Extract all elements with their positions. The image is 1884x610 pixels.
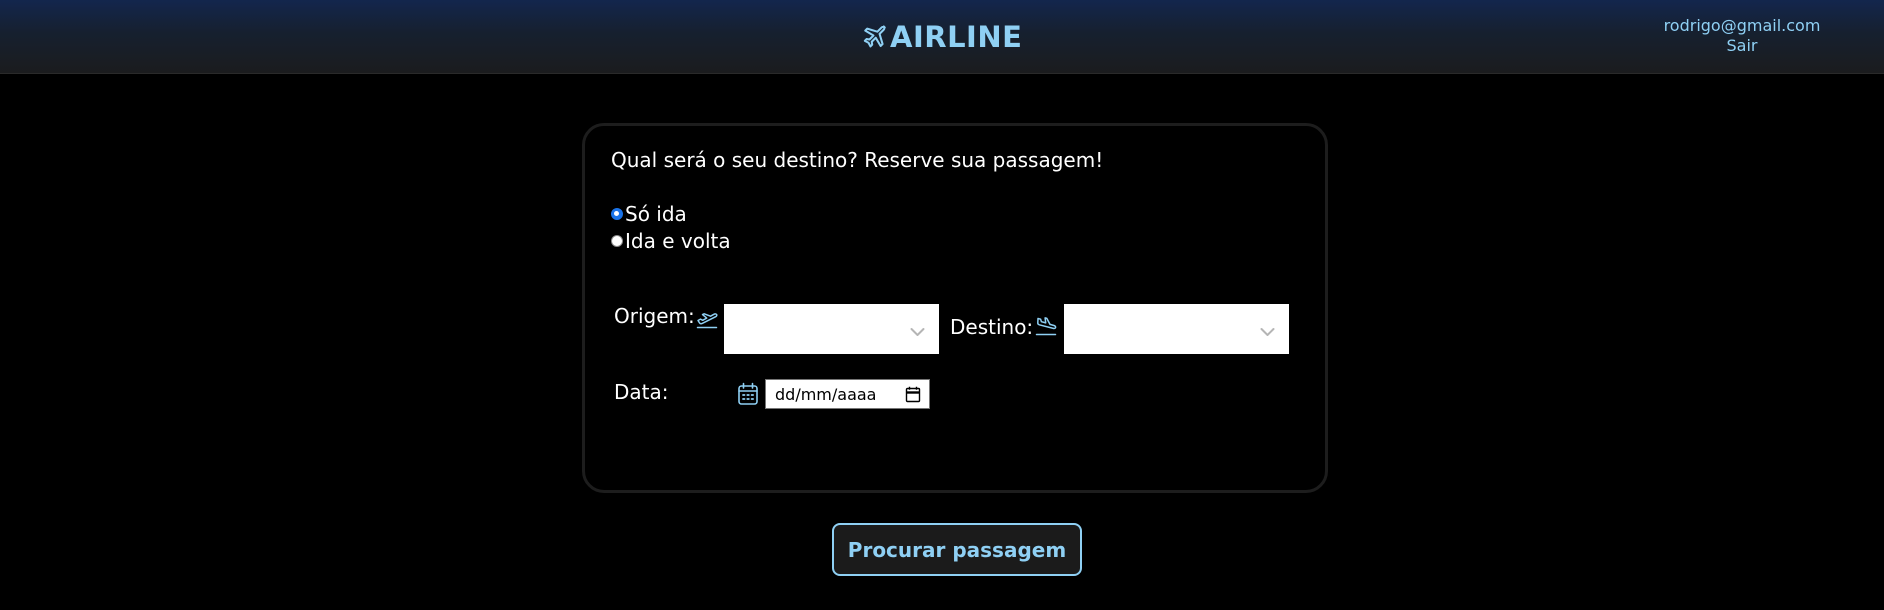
- chevron-down-icon: [910, 322, 925, 341]
- round-trip-radio[interactable]: [611, 235, 623, 247]
- date-label: Data:: [614, 380, 669, 404]
- trip-type-one-way[interactable]: Só ida: [611, 202, 687, 226]
- chevron-down-icon: [1260, 322, 1275, 341]
- date-picker-icon[interactable]: [905, 386, 921, 407]
- round-trip-label: Ida e volta: [625, 229, 731, 253]
- origin-select[interactable]: [724, 304, 939, 354]
- logout-link[interactable]: Sair: [1642, 36, 1842, 56]
- origin-label: Origem:: [614, 304, 695, 328]
- search-flights-button[interactable]: Procurar passagem: [832, 523, 1082, 576]
- one-way-radio[interactable]: [611, 208, 623, 220]
- date-input[interactable]: dd/mm/aaaa: [765, 379, 930, 409]
- destination-label: Destino:: [950, 315, 1034, 339]
- plane-departure-icon: [696, 309, 718, 329]
- plane-arrival-icon: [1035, 315, 1057, 337]
- one-way-label: Só ida: [625, 202, 687, 226]
- date-placeholder: dd/mm/aaaa: [775, 384, 877, 404]
- airplane-icon: [862, 24, 888, 50]
- brand-logo[interactable]: AIRLINE: [862, 18, 1022, 56]
- booking-form-card: Qual será o seu destino? Reserve sua pas…: [582, 123, 1328, 493]
- user-email[interactable]: rodrigo@gmail.com: [1642, 16, 1842, 36]
- calendar-icon: [737, 382, 759, 406]
- top-navbar: AIRLINE rodrigo@gmail.com Sair: [0, 0, 1884, 74]
- form-heading: Qual será o seu destino? Reserve sua pas…: [611, 148, 1104, 172]
- destination-select[interactable]: [1064, 304, 1289, 354]
- brand-name: AIRLINE: [890, 20, 1023, 54]
- user-menu: rodrigo@gmail.com Sair: [1642, 16, 1842, 56]
- trip-type-round-trip[interactable]: Ida e volta: [611, 229, 731, 253]
